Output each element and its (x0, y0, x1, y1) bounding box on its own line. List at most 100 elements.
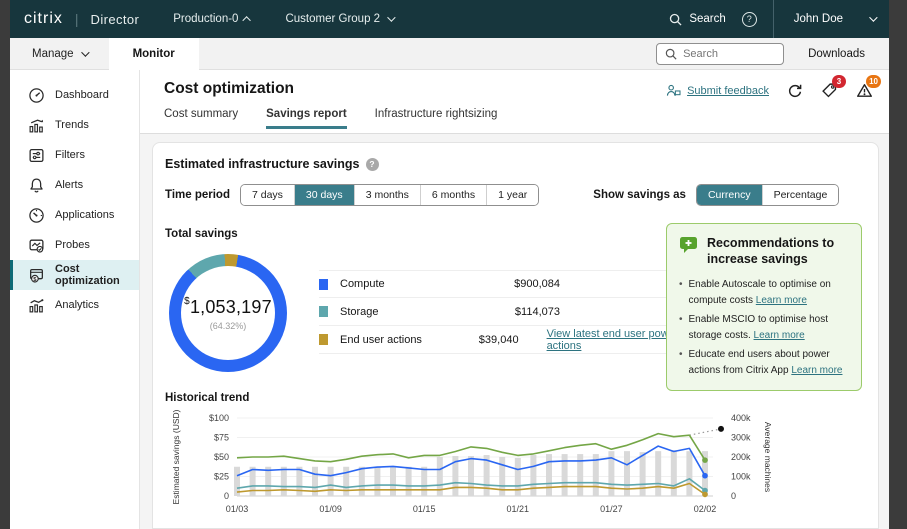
downloads-link[interactable]: Downloads (808, 48, 865, 60)
savings-mode-percentage[interactable]: Percentage (762, 185, 839, 205)
top-nav-bar: citrix | Director Production-0 Customer … (10, 0, 889, 38)
time-period-6-months[interactable]: 6 months (420, 185, 486, 205)
site-selector[interactable]: Production-0 (173, 13, 251, 25)
customer-group-selector[interactable]: Customer Group 2 (285, 13, 393, 25)
info-icon[interactable]: ? (366, 158, 379, 171)
svg-text:$25: $25 (214, 472, 229, 482)
sidebar-item-label: Alerts (55, 179, 83, 191)
search-box[interactable] (656, 43, 784, 65)
sidebar-item-applications[interactable]: Applications (10, 200, 139, 230)
sidebar-item-label: Applications (55, 209, 114, 221)
svg-text:200k: 200k (731, 452, 751, 462)
historical-trend-chart: $100$75$50$250400k300k200k100k001/0301/0… (165, 408, 805, 529)
svg-text:400k: 400k (731, 413, 751, 423)
main-area: Cost optimization Cost summarySavings re… (140, 70, 889, 529)
breakdown-row: Compute$900,084 (319, 270, 699, 298)
breakdown-value: $114,073 (490, 306, 560, 318)
breakdown-row: End user actions$39,040View latest end u… (319, 326, 699, 354)
svg-text:Estimated savings (USD): Estimated savings (USD) (171, 409, 181, 504)
sidebar-item-probes[interactable]: Probes (10, 230, 139, 260)
svg-text:01/15: 01/15 (413, 504, 436, 514)
sidebar-item-dashboard[interactable]: Dashboard (10, 80, 139, 110)
section-title: Estimated infrastructure savings (165, 157, 360, 171)
refresh-button[interactable] (787, 83, 803, 99)
svg-text:0: 0 (224, 491, 229, 501)
svg-text:0: 0 (731, 491, 736, 501)
manage-menu[interactable]: Manage (10, 48, 109, 60)
svg-text:01/09: 01/09 (319, 504, 342, 514)
help-icon[interactable]: ? (742, 12, 757, 27)
recommendations-list: •Enable Autoscale to optimise on compute… (679, 277, 851, 378)
savings-mode-currency[interactable]: Currency (697, 185, 762, 205)
submit-feedback-link[interactable]: Submit feedback (666, 84, 769, 97)
bell-icon (28, 177, 45, 194)
tag-badge: 3 (832, 75, 846, 88)
time-period-label: Time period (165, 189, 230, 201)
svg-text:Average machines: Average machines (763, 422, 773, 492)
series-swatch (319, 279, 328, 290)
time-period-30-days[interactable]: 30 days (294, 185, 354, 205)
cost-optimization-icon: $ (28, 267, 45, 284)
warning-badge: 10 (866, 75, 881, 88)
savings-mode-segmented: CurrencyPercentage (696, 184, 839, 206)
series-swatch (319, 334, 328, 345)
total-savings-percent: (64.32%) (210, 321, 247, 331)
svg-text:100k: 100k (731, 472, 751, 482)
monitor-tab[interactable]: Monitor (109, 38, 199, 70)
learn-more-link[interactable]: Learn more (756, 295, 807, 306)
probes-icon (28, 237, 45, 254)
svg-text:01/27: 01/27 (600, 504, 623, 514)
historical-trend-label: Historical trend (165, 392, 866, 404)
sidebar-item-label: Trends (55, 119, 89, 131)
applications-icon (28, 207, 45, 224)
sidebar-item-alerts[interactable]: Alerts (10, 170, 139, 200)
svg-text:300k: 300k (731, 433, 751, 443)
brand-divider: | (75, 11, 79, 27)
sidebar-nav: Dashboard Trends Filters Alerts Applications… (10, 70, 140, 529)
menu-bar: Manage Monitor Downloads (10, 38, 889, 70)
search-input[interactable] (683, 48, 773, 60)
sidebar-item-label: Dashboard (55, 89, 109, 101)
tab-infrastructure-rightsizing[interactable]: Infrastructure rightsizing (375, 108, 498, 129)
recommendations-title: Recommendations to increase savings (707, 236, 851, 267)
time-period-1-year[interactable]: 1 year (486, 185, 538, 205)
feedback-person-icon (666, 84, 681, 97)
global-search-button[interactable]: Search (669, 13, 725, 26)
total-savings-amount: $1,053,197 (184, 296, 272, 318)
chevron-down-icon (869, 13, 877, 21)
savings-card: Estimated infrastructure savings ? Time … (152, 142, 879, 529)
sidebar-item-cost-optimization[interactable]: $ Cost optimization (10, 260, 139, 290)
learn-more-link[interactable]: Learn more (754, 330, 805, 341)
breakdown-name: End user actions (340, 334, 462, 346)
warning-alerts-button[interactable]: 10 (856, 82, 873, 99)
refresh-icon (787, 83, 803, 99)
gauge-icon (28, 87, 45, 104)
sidebar-item-label: Cost optimization (55, 263, 139, 287)
time-period-segmented: 7 days30 days3 months6 months1 year (240, 184, 539, 206)
citrix-logo: citrix (24, 10, 63, 28)
analytics-icon (28, 297, 45, 314)
page-header: Cost optimization Cost summarySavings re… (140, 70, 889, 134)
sidebar-item-trends[interactable]: Trends (10, 110, 139, 140)
svg-text:$50: $50 (214, 452, 229, 462)
svg-text:$100: $100 (209, 413, 229, 423)
sidebar-item-label: Analytics (55, 299, 99, 311)
recommendation-item: •Educate end users about power actions f… (679, 347, 851, 378)
time-period-7-days[interactable]: 7 days (241, 185, 294, 205)
time-period-3-months[interactable]: 3 months (354, 185, 420, 205)
page-tabs: Cost summary Savings report Infrastructure… (164, 108, 889, 129)
recommendation-bubble-icon (679, 236, 699, 254)
sidebar-item-label: Probes (55, 239, 90, 251)
sidebar-item-filters[interactable]: Filters (10, 140, 139, 170)
svg-text:02/02: 02/02 (694, 504, 717, 514)
svg-text:$75: $75 (214, 433, 229, 443)
trends-icon (28, 117, 45, 134)
app-window: citrix | Director Production-0 Customer … (10, 0, 889, 529)
tagged-alerts-button[interactable]: 3 (821, 82, 838, 99)
tab-cost-summary[interactable]: Cost summary (164, 108, 238, 129)
sidebar-item-analytics[interactable]: Analytics (10, 290, 139, 320)
learn-more-link[interactable]: Learn more (791, 365, 842, 376)
breakdown-row: Storage$114,073 (319, 298, 699, 326)
user-menu[interactable]: John Doe (773, 0, 875, 38)
tab-savings-report[interactable]: Savings report (266, 108, 347, 129)
